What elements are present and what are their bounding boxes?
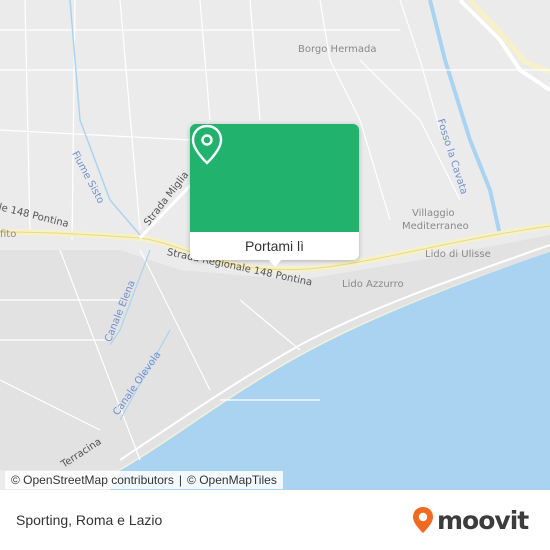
- popup-caret: [268, 259, 282, 267]
- label-lido-azzurro: Lido Azzurro: [342, 279, 404, 290]
- attribution-separator: |: [178, 473, 183, 487]
- label-villaggio-line2: Mediterraneo: [402, 221, 469, 232]
- place-name: Sporting, Roma e Lazio: [16, 512, 163, 528]
- popup-header: [190, 124, 359, 232]
- map-canvas[interactable]: Borgo Hermada Fiume Sisto Fosso la Cavat…: [0, 0, 550, 490]
- highway-top-right: [468, 0, 550, 75]
- map-widget: Borgo Hermada Fiume Sisto Fosso la Cavat…: [0, 0, 550, 550]
- osm-attribution-link[interactable]: © OpenStreetMap contributors: [11, 473, 174, 487]
- road-top-right: [458, 0, 550, 92]
- take-me-there-button[interactable]: Portami lì: [190, 232, 359, 260]
- label-villaggio-line1: Villaggio: [412, 208, 455, 219]
- moovit-logo[interactable]: moovit: [412, 503, 532, 537]
- openmaptiles-attribution-link[interactable]: © OpenMapTiles: [187, 473, 277, 487]
- moovit-wordmark: moovit: [437, 505, 529, 535]
- map-pin-icon: [191, 124, 223, 165]
- directions-popup[interactable]: Portami lì: [190, 124, 359, 260]
- label-fito: fito: [0, 229, 17, 240]
- fosso-water: [428, 0, 502, 236]
- label-borgo-hermada: Borgo Hermada: [298, 44, 377, 55]
- label-lido-di-ulisse: Lido di Ulisse: [425, 249, 491, 260]
- moovit-pin-icon: [413, 507, 433, 533]
- map-attribution: © OpenStreetMap contributors | © OpenMap…: [5, 471, 283, 489]
